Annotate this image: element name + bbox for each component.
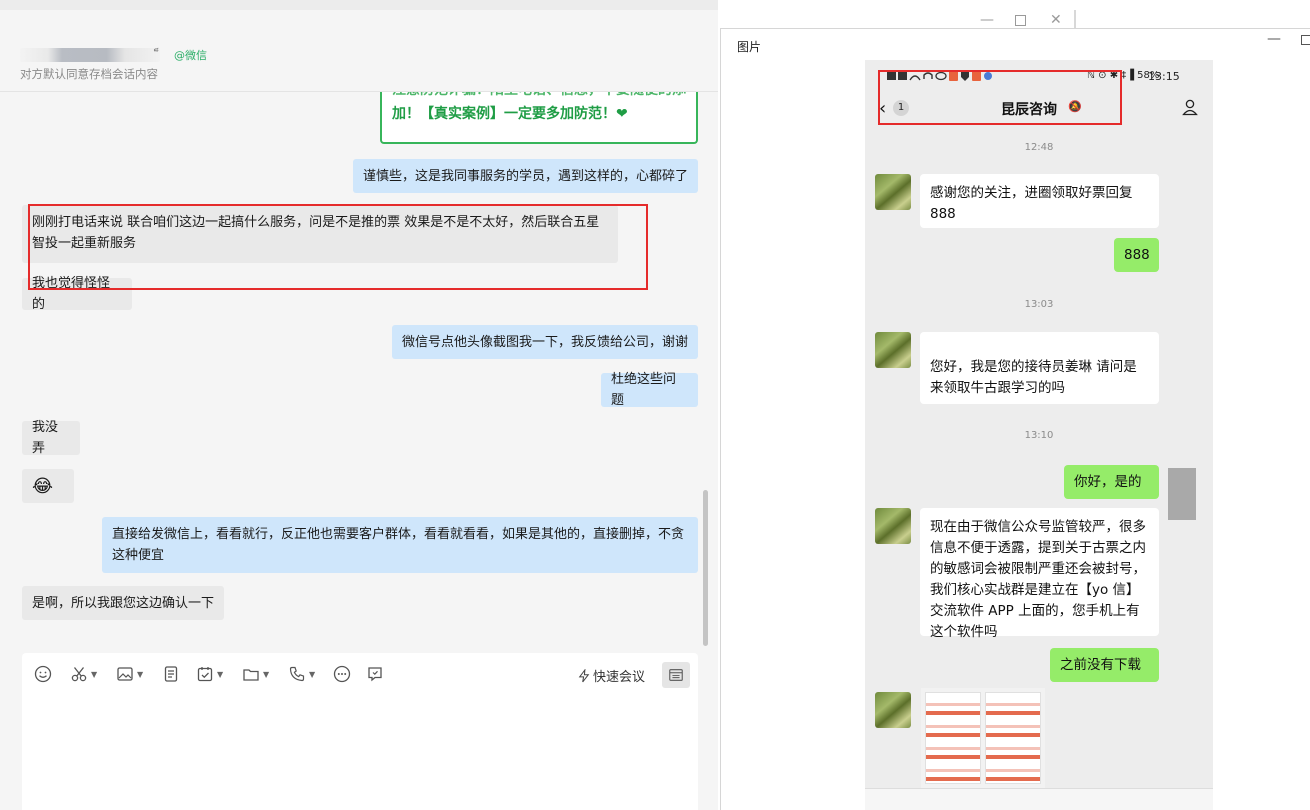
minimize-icon[interactable]: — <box>980 12 994 28</box>
phone-message-incoming: 感谢您的关注，进圈领取好票回复888 <box>920 174 1159 228</box>
contact-avatar[interactable] <box>875 174 911 210</box>
phone-message-outgoing: 你好，是的 <box>1064 465 1159 499</box>
scissors-icon[interactable]: ▼ <box>70 665 97 683</box>
message-bubble-incoming[interactable]: 是啊，所以我跟您这边确认一下 <box>22 586 224 620</box>
message-composer[interactable]: ▼ ▼ ▼ ▼ ▼ 快速会议 <box>22 653 698 810</box>
message-bubble-outgoing[interactable]: 谨慎些，这是我同事服务的学员，遇到这样的，心都碎了 <box>353 159 698 193</box>
message-bubble-outgoing[interactable]: 直接给发微信上，看看就行，反正他也需要客户群体，看看就看看，如果是其他的，直接删… <box>102 517 698 573</box>
contact-avatar[interactable] <box>875 692 911 728</box>
message-bubble-outgoing[interactable]: 微信号点他头像截图我一下，我反馈给公司，谢谢 <box>392 325 698 359</box>
folder-icon[interactable]: ▼ <box>242 665 269 683</box>
user-profile-icon[interactable] <box>1181 98 1199 120</box>
contact-avatar[interactable] <box>875 508 911 544</box>
highlight-box-header <box>878 70 1122 125</box>
fraud-warning-card: 注意防范诈骗！陌生电话、信息，不要随便的添 加！【真实案例】一定要多加防范！❤ <box>380 92 698 144</box>
phone-input-bar <box>865 788 1213 810</box>
timestamp: 12:48 <box>1024 142 1054 153</box>
quick-meeting-button[interactable]: 快速会议 <box>578 666 645 685</box>
message-scrollbar[interactable] <box>703 490 708 646</box>
archive-notice: 对方默认同意存档会话内容 <box>20 67 158 81</box>
chat-record-icon[interactable] <box>366 665 384 683</box>
sidebar-icon <box>669 669 683 681</box>
phone-message-incoming: 现在由于微信公众号监管较严，很多信息不便于透露，提到关于古票之内的敏感词会被限制… <box>920 508 1159 640</box>
redaction-block <box>1168 468 1196 520</box>
image-icon[interactable]: ▼ <box>116 665 143 683</box>
phone-message-outgoing: 888 <box>1114 238 1159 272</box>
thumbnail-panel <box>925 692 981 784</box>
composer-toolbar: ▼ ▼ ▼ ▼ ▼ 快速会议 <box>22 659 698 689</box>
phone-message-incoming: 您好，我是您的接待员姜琳 请问是来领取牛古跟学习的吗 <box>920 332 1159 404</box>
phone-screenshot: ℕ ⊙ ✱ ‡▐ 58% 13:15 ‹ 1 昆辰咨询 🔕 12:48 感谢您的… <box>865 60 1213 810</box>
wechat-tag: @微信 <box>174 49 207 62</box>
lightning-icon <box>578 668 590 682</box>
phone-icon[interactable]: ▼ <box>288 665 315 683</box>
window-edge <box>1074 10 1076 30</box>
image-message-thumbnail[interactable] <box>921 688 1045 788</box>
contact-avatar[interactable] <box>875 332 911 368</box>
chat-window: ็ @微信 对方默认同意存档会话内容 注意防范诈骗！陌生电话、信息，不要随便的添… <box>0 0 718 810</box>
emoji-icon[interactable] <box>34 665 52 683</box>
screen: ็ @微信 对方默认同意存档会话内容 注意防范诈骗！陌生电话、信息，不要随便的添… <box>0 0 1310 810</box>
quick-meeting-label: 快速会议 <box>593 670 646 685</box>
warning-line-1: 注意防范诈骗！陌生电话、信息，不要随便的添 <box>392 92 686 102</box>
message-bubble-outgoing[interactable]: 杜绝这些问题 <box>601 372 698 408</box>
timestamp: 13:10 <box>1024 430 1054 441</box>
sidebar-toggle-button[interactable] <box>662 662 690 688</box>
chat-header: ็ @微信 对方默认同意存档会话内容 <box>0 10 718 92</box>
document-icon[interactable] <box>162 665 180 683</box>
message-bubble-incoming[interactable]: 我没弄 <box>22 420 80 456</box>
contact-name-redacted <box>20 48 160 62</box>
maximize-icon[interactable] <box>1015 15 1026 26</box>
status-time: 13:15 <box>1148 70 1180 83</box>
phone-message-outgoing: 之前没有下载 <box>1050 648 1159 682</box>
message-list[interactable]: 注意防范诈骗！陌生电话、信息，不要随便的添 加！【真实案例】一定要多加防范！❤ … <box>0 92 718 648</box>
warning-line-2: 加！【真实案例】一定要多加防范！❤ <box>392 106 628 122</box>
task-icon[interactable]: ▼ <box>196 665 223 683</box>
viewer-minimize-icon[interactable]: — <box>1267 31 1281 47</box>
message-bubble-emoji[interactable]: 😂 <box>22 469 74 503</box>
highlight-box-message <box>28 204 648 290</box>
viewer-maximize-icon[interactable] <box>1301 35 1310 45</box>
window-top-strip <box>0 0 718 10</box>
viewer-title: 图片 <box>737 40 762 54</box>
thumbnail-panel <box>985 692 1041 784</box>
timestamp: 13:03 <box>1024 299 1054 310</box>
close-icon[interactable]: ✕ <box>1050 12 1062 28</box>
more-icon[interactable] <box>333 665 351 683</box>
